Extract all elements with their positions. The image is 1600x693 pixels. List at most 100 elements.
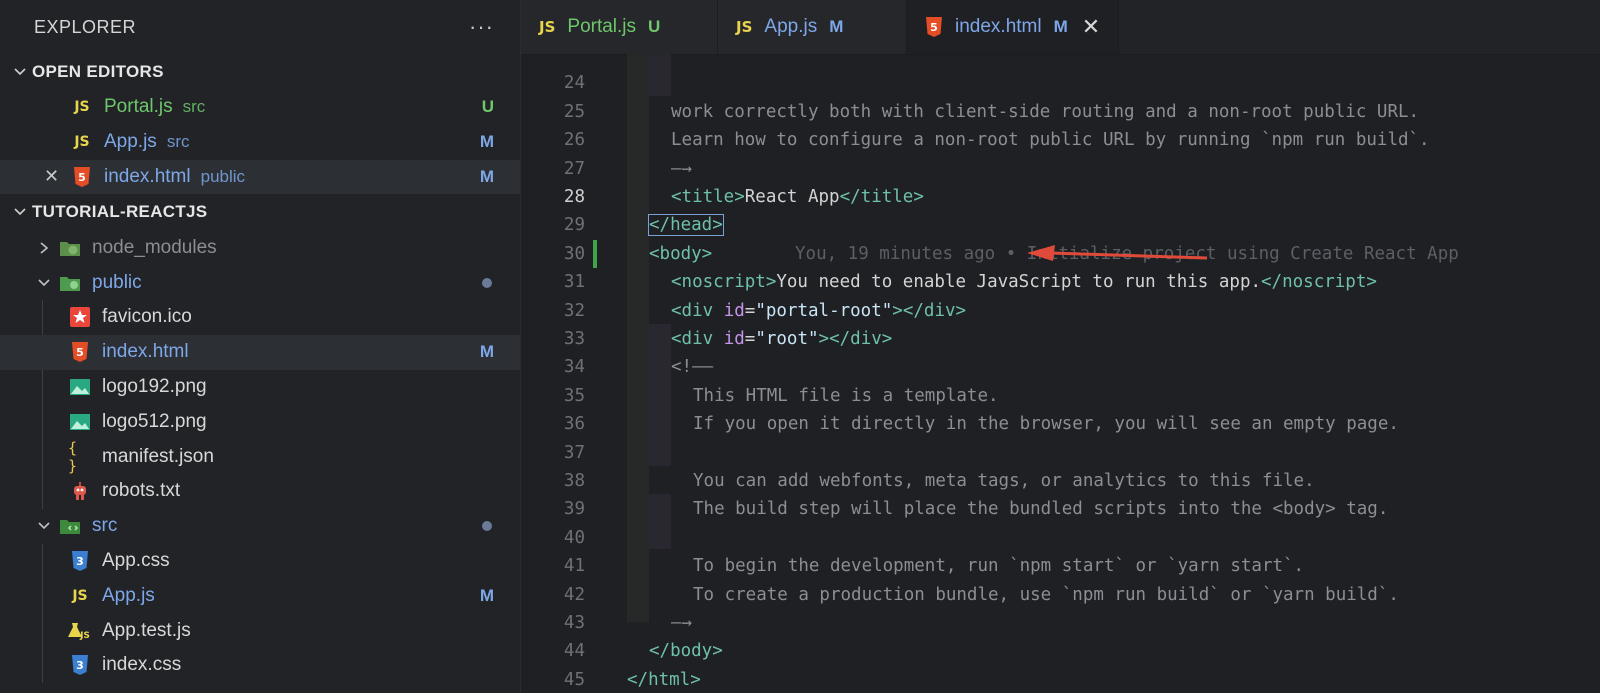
tree-item-robots[interactable]: robots.txt [0, 474, 520, 509]
tree-item-logo192[interactable]: logo192.png [0, 370, 520, 405]
close-icon[interactable]: ✕ [44, 166, 59, 187]
open-editor-portal-js[interactable]: JS Portal.js src U [0, 90, 520, 125]
code-line: 44 </html> [521, 609, 1600, 689]
chevron-down-icon [8, 65, 32, 79]
svg-text:3: 3 [76, 659, 84, 672]
explorer-header: EXPLORER ··· [0, 0, 520, 54]
tree-item-src[interactable]: src [0, 509, 520, 544]
tab-label: Portal.js [567, 16, 637, 37]
chevron-down-icon [32, 519, 56, 533]
open-editors-label: OPEN EDITORS [32, 62, 164, 81]
code-line: 32 <div id="root"></div> [521, 268, 1600, 349]
tab-app-js[interactable]: JS App.js M [718, 0, 907, 54]
tree-item-app-test-js[interactable]: JS App.test.js [0, 613, 520, 648]
src-folder-icon [58, 515, 82, 537]
git-status-badge: M [479, 342, 494, 362]
css3-icon: 3 [68, 550, 92, 572]
tree-item-label: index.css [102, 654, 182, 676]
code-editor[interactable]: 24 work correctly both with client-side … [521, 54, 1600, 693]
git-status-badge: M [1053, 17, 1068, 36]
code-line: 42 —→ [521, 552, 1600, 633]
chevron-down-icon [8, 205, 32, 219]
html5-icon: 5 [925, 17, 943, 37]
tree-item-manifest[interactable]: { } manifest.json [0, 439, 520, 475]
node-folder-icon [58, 237, 82, 259]
explorer-sidebar: EXPLORER ··· OPEN EDITORS JS Portal.js s… [0, 0, 521, 693]
modified-dot-icon [482, 277, 492, 288]
image-icon [68, 376, 92, 398]
tree-item-label: node_modules [92, 236, 217, 258]
open-editor-folder: public [200, 166, 246, 186]
code-line: 26 —→ [521, 98, 1600, 178]
code-line: 33 <!—— [521, 297, 1600, 377]
code-line: 29 <body> [521, 183, 1600, 263]
tree-item-label: robots.txt [102, 480, 181, 502]
css3-icon: 3 [68, 654, 92, 676]
code-line: 27 <title>React App</title> [521, 126, 1600, 207]
tree-item-label: index.html [102, 341, 189, 363]
html5-icon: 5 [70, 166, 94, 188]
tree-item-logo512[interactable]: logo512.png [0, 404, 520, 439]
svg-text:5: 5 [930, 21, 938, 34]
code-line: 24 work correctly both with client-side … [521, 54, 1600, 121]
tree-item-app-css[interactable]: 3 App.css [0, 544, 520, 579]
js-icon: JS [736, 18, 753, 36]
robot-icon [68, 480, 92, 502]
more-actions-icon[interactable]: ··· [469, 14, 494, 40]
tree-item-public[interactable]: public [0, 265, 520, 300]
tab-index-html[interactable]: 5 index.html M ✕ [907, 0, 1120, 54]
open-editor-name: App.js [104, 131, 157, 153]
tab-bar: JS Portal.js U JS App.js M 5 index.html … [521, 0, 1600, 55]
annotation-arrow-icon [1027, 245, 1208, 261]
line-text: </html> [627, 669, 701, 690]
code-line: 45 [521, 637, 1600, 690]
code-line: 35 If you open it directly in the browse… [521, 353, 1600, 434]
open-editor-name: Portal.js [104, 96, 173, 118]
tab-portal-js[interactable]: JS Portal.js U [521, 0, 718, 54]
public-folder-icon [58, 272, 82, 294]
tree-item-app-js[interactable]: JS App.js M [0, 578, 520, 613]
close-tab-icon[interactable]: ✕ [1082, 14, 1100, 40]
js-icon: JS [74, 134, 90, 151]
modified-dot-icon [482, 521, 492, 532]
git-status-badge: U [648, 17, 661, 36]
tree-item-node-modules[interactable]: node_modules [0, 230, 520, 265]
svg-text:3: 3 [76, 555, 84, 568]
tree-item-label: logo512.png [102, 410, 207, 432]
code-line: 38 The build step will place the bundled… [521, 439, 1600, 519]
code-line: 40 To begin the development, run `npm st… [521, 495, 1600, 576]
tree-item-index-html[interactable]: 5 index.html M [0, 334, 520, 370]
src-children: 3 App.css JS App.js M JS App.test.js 3 i… [0, 543, 520, 683]
tree-item-favicon[interactable]: favicon.ico [0, 300, 520, 335]
open-editor-folder: src [182, 97, 206, 117]
editor-area: JS Portal.js U JS App.js M 5 index.html … [521, 0, 1600, 693]
git-status-badge: M [829, 17, 844, 36]
open-editor-index-html[interactable]: ✕ 5 index.html public M [0, 159, 520, 195]
git-status-badge: M [479, 585, 494, 605]
image-icon [68, 411, 92, 433]
tree-item-label: manifest.json [102, 445, 214, 467]
code-line: 34 This HTML file is a template. [521, 325, 1600, 405]
open-editor-app-js[interactable]: JS App.js src M [0, 125, 520, 160]
project-section-header[interactable]: TUTORIAL-REACTJS [0, 194, 520, 230]
code-line: 41 To create a production bundle, use `n… [521, 524, 1600, 604]
tab-label: index.html [955, 16, 1042, 37]
tree-item-index-css[interactable]: 3 index.css [0, 648, 520, 683]
tree-item-label: App.test.js [102, 619, 191, 641]
svg-text:5: 5 [78, 171, 86, 184]
tree-item-label: favicon.ico [102, 306, 192, 328]
tree-item-label: public [92, 271, 142, 293]
html5-icon: 5 [68, 341, 92, 363]
tree-item-label: src [92, 515, 118, 537]
js-icon: JS [539, 18, 556, 36]
tree-item-label: App.js [102, 584, 155, 606]
line-number: 45 [563, 669, 585, 690]
chevron-down-icon [32, 276, 56, 290]
tab-label: App.js [764, 16, 818, 37]
chevron-right-icon [32, 241, 56, 255]
test-js-icon: JS [68, 620, 92, 642]
js-icon: JS [72, 587, 88, 604]
tree-item-label: logo192.png [102, 375, 207, 397]
open-editors-section-header[interactable]: OPEN EDITORS [0, 54, 520, 90]
code-line: 30 <noscript>You need to enable JavaScri… [521, 211, 1600, 292]
